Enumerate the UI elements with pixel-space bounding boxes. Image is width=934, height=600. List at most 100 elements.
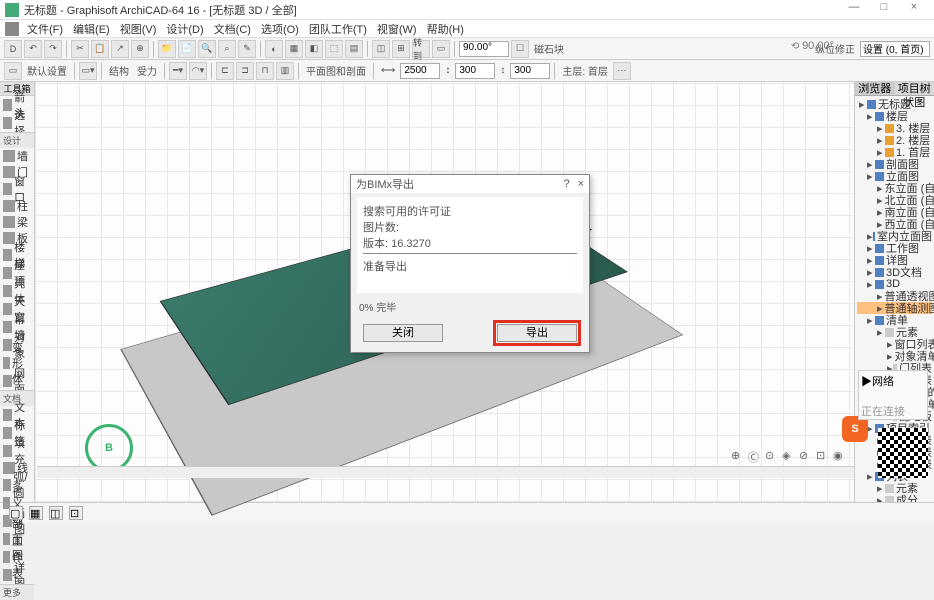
status-icon[interactable]: ⊕ <box>730 448 744 462</box>
status-button[interactable]: ▢ <box>9 506 23 520</box>
menu-item[interactable]: 选项(O) <box>256 24 304 36</box>
material-icon[interactable]: ▥ <box>276 62 294 80</box>
toolbar-button[interactable]: 📋 <box>91 40 109 58</box>
menu-item[interactable]: 视窗(W) <box>372 24 422 36</box>
toolbar-button[interactable]: ⊞ <box>392 40 410 58</box>
export-dialog: 为BIMx导出 ? × 搜索可用的许可证 图片数: 版本: 16.3270 准备… <box>350 174 590 353</box>
profile-icon[interactable]: ⊏ <box>216 62 234 80</box>
minimize-button[interactable]: — <box>839 1 869 19</box>
toolbar-button[interactable]: 🔍 <box>198 40 216 58</box>
menu-item[interactable]: 文档(C) <box>209 24 256 36</box>
window-tool[interactable]: 窗口 <box>0 180 34 198</box>
dialog-export-btn[interactable]: 导出 <box>497 324 577 342</box>
network-status-panel: ▶网络 正在连接 <box>858 370 928 420</box>
profile3-icon[interactable]: ⊓ <box>256 62 274 80</box>
dialog-help-button[interactable]: ? <box>563 178 569 190</box>
beam-tool[interactable]: 梁 <box>0 214 34 230</box>
menu-item[interactable]: 编辑(E) <box>68 24 115 36</box>
menu-item[interactable]: 团队工作(T) <box>304 24 372 36</box>
line-style-icon[interactable]: ━▾ <box>169 62 187 80</box>
wall-tool[interactable]: 墙 <box>0 148 34 164</box>
default-config-label[interactable]: 默认设置 <box>24 63 70 78</box>
shape-dropdown-icon[interactable]: ▭▾ <box>79 62 97 80</box>
toolbar-button[interactable]: ⊕ <box>131 40 149 58</box>
status-bar: ▢ ▦ ◫ ⊡ <box>0 502 934 522</box>
toolbar-button[interactable]: ▭ <box>432 40 450 58</box>
tree-node[interactable]: ▸成分 <box>857 494 932 502</box>
endcap-icon[interactable]: ◠▾ <box>189 62 207 80</box>
toolbar-button[interactable]: ↶ <box>24 40 42 58</box>
toolbar-button[interactable]: ✂ <box>71 40 89 58</box>
network-title[interactable]: ▶网络 <box>861 373 925 389</box>
status-button[interactable]: ▦ <box>29 506 43 520</box>
dialog-msg2: 图片数: <box>363 219 577 235</box>
toolbar-button[interactable]: ⬚ <box>325 40 343 58</box>
status-icon[interactable]: ◉ <box>832 448 846 462</box>
fill-tool[interactable]: 填充 <box>0 442 34 460</box>
toolbar-button[interactable]: 转到 <box>412 40 430 58</box>
more-section[interactable]: 更多 <box>0 584 34 600</box>
project-tree-tab[interactable]: 项目树状图 <box>895 82 934 95</box>
toolbar-button[interactable]: ▤ <box>345 40 363 58</box>
qr-code <box>878 428 928 478</box>
toolbar-button[interactable]: ⌕ <box>218 40 236 58</box>
toolbar-button[interactable]: D <box>4 40 22 58</box>
menu-item[interactable]: 视图(V) <box>115 24 162 36</box>
watermark-logo: B <box>85 424 133 472</box>
tension-label[interactable]: 受力 <box>134 63 160 78</box>
status-icons-right: ⊕Ⓒ⊙◈⊘⊡◉ <box>730 448 846 462</box>
structure-icon[interactable]: 结构 <box>106 63 132 78</box>
select-tool-icon[interactable]: ▭ <box>4 62 22 80</box>
navigator-tab[interactable]: 浏览器 <box>855 82 895 95</box>
width-input[interactable] <box>400 63 440 79</box>
status-icon[interactable]: Ⓒ <box>747 448 761 462</box>
snap-label: 磁石块 <box>531 41 567 56</box>
floor-label[interactable]: 主层: 首层 <box>559 63 611 78</box>
menu-item[interactable]: 帮助(H) <box>422 24 469 36</box>
profile2-icon[interactable]: ⊐ <box>236 62 254 80</box>
menu-item[interactable]: 设计(D) <box>161 24 208 36</box>
toolbar-button[interactable]: ◫ <box>372 40 390 58</box>
info-toolbar: ▭ 默认设置 ▭▾ 结构 受力 ━▾ ◠▾ ⊏ ⊐ ⊓ ▥ 平面图和剖面 ⟷ ↕… <box>0 60 934 82</box>
height2-input[interactable] <box>510 63 550 79</box>
status-icon[interactable]: ◈ <box>781 448 795 462</box>
angle-input[interactable]: 90.00° <box>459 41 509 57</box>
detail-tool[interactable]: 详图 <box>0 566 34 584</box>
status-icon[interactable]: ⊘ <box>798 448 812 462</box>
app-menu-icon[interactable] <box>5 22 19 36</box>
column-tool[interactable]: 柱 <box>0 198 34 214</box>
tree-node[interactable]: ▸3D文档 <box>857 266 932 278</box>
maximize-button[interactable]: □ <box>869 1 899 19</box>
toolbar-button[interactable]: ◐ <box>265 40 283 58</box>
dialog-body: 搜索可用的许可证 图片数: 版本: 16.3270 准备导出 <box>357 197 583 293</box>
dialog-close-btn[interactable]: 关闭 <box>363 324 443 342</box>
menu-item[interactable]: 文件(F) <box>22 24 68 36</box>
status-button[interactable]: ◫ <box>49 506 63 520</box>
mesh-tool[interactable]: 网面 <box>0 372 34 390</box>
network-text: 正在连接 <box>861 403 925 419</box>
status-button[interactable]: ⊡ <box>69 506 83 520</box>
toolbar-button[interactable]: 📄 <box>178 40 196 58</box>
height-input[interactable] <box>455 63 495 79</box>
close-button[interactable]: × <box>899 1 929 19</box>
status-icon[interactable]: ⊙ <box>764 448 778 462</box>
toolbar-button[interactable]: ↗ <box>111 40 129 58</box>
toolbar-button[interactable]: ✎ <box>238 40 256 58</box>
design-section[interactable]: 设计 <box>0 132 34 148</box>
more-icon[interactable]: ⋯ <box>613 62 631 80</box>
toolbar-button[interactable]: 📁 <box>158 40 176 58</box>
toolbar-button[interactable]: ▦ <box>285 40 303 58</box>
dialog-title-text: 为BIMx导出 <box>356 176 414 192</box>
coord-dropdown[interactable]: 设置 (0, 首页) <box>860 41 930 57</box>
horizontal-scrollbar[interactable] <box>37 466 854 478</box>
snap-checkbox[interactable]: ☐ <box>511 40 529 58</box>
dialog-close-button[interactable]: × <box>578 178 584 190</box>
toolbar-button[interactable]: ◧ <box>305 40 323 58</box>
status-icon[interactable]: ⊡ <box>815 448 829 462</box>
toolbar-button[interactable]: ↷ <box>44 40 62 58</box>
view-mode-label[interactable]: 平面图和剖面 <box>303 63 369 78</box>
dialog-titlebar[interactable]: 为BIMx导出 ? × <box>351 175 589 193</box>
dialog-msg1: 搜索可用的许可证 <box>363 203 577 219</box>
window-titlebar: 无标题 - Graphisoft ArchiCAD-64 16 - [无标题 3… <box>0 0 934 20</box>
marquee-tool[interactable]: 选择 <box>0 114 34 132</box>
